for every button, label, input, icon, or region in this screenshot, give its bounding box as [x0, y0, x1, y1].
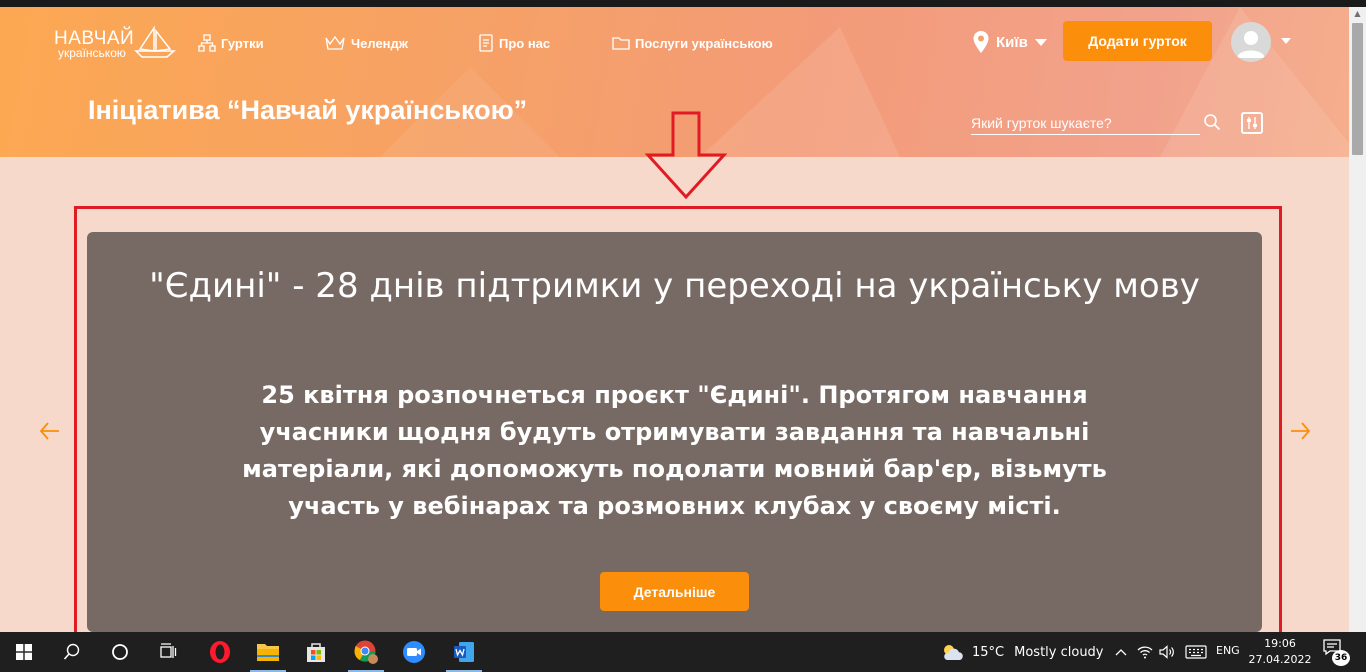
location-pin-icon: [973, 31, 989, 53]
weather-condition: Mostly cloudy: [1014, 644, 1104, 660]
opera-taskbar-button[interactable]: [196, 632, 244, 672]
keyboard-icon: [1185, 645, 1207, 659]
zoom-icon: [403, 641, 425, 663]
volume-tray-button[interactable]: [1156, 632, 1178, 672]
windows-taskbar: 15°C Mostly cloudy ENG 19:06 27.04.2022 …: [0, 632, 1366, 672]
clock-date: 27.04.2022: [1248, 653, 1312, 666]
cortana-button[interactable]: [96, 632, 144, 672]
arrow-left-icon[interactable]: [38, 419, 62, 443]
nav-item-about[interactable]: Про нас: [478, 33, 550, 53]
nav-item-label: Челендж: [351, 35, 409, 51]
weather-widget[interactable]: 15°C Mostly cloudy: [940, 632, 1104, 672]
search-button[interactable]: [48, 632, 96, 672]
input-language[interactable]: ENG: [1216, 644, 1240, 657]
task-view-icon: [160, 643, 177, 658]
system-clock[interactable]: 19:06 27.04.2022: [1248, 636, 1312, 668]
windows-logo-icon: [16, 644, 32, 660]
folder-icon: [612, 37, 630, 50]
scrollbar-thumb[interactable]: [1352, 23, 1363, 155]
add-club-button[interactable]: Додати гурток: [1063, 21, 1212, 61]
volume-icon: [1159, 645, 1174, 659]
nav-item-label: Послуги українською: [635, 35, 773, 51]
chrome-icon: [354, 640, 378, 664]
word-icon: [454, 642, 474, 662]
touch-keyboard-button[interactable]: [1182, 632, 1210, 672]
arrow-right-icon[interactable]: [1288, 419, 1312, 443]
avatar[interactable]: [1231, 22, 1271, 62]
folder-icon: [257, 644, 279, 661]
city-selector[interactable]: Київ: [972, 29, 1047, 55]
document-icon: [479, 34, 493, 52]
store-taskbar-button[interactable]: [292, 632, 340, 672]
notification-count-badge: 36: [1332, 650, 1350, 666]
chevron-down-icon[interactable]: [1281, 38, 1291, 44]
arrow-down-annotation-icon: [644, 111, 728, 199]
nav-item-label: Про нас: [499, 35, 551, 51]
task-view-button[interactable]: [144, 632, 192, 672]
scroll-up-icon[interactable]: ▲: [1349, 7, 1366, 21]
search-icon[interactable]: [1203, 113, 1221, 131]
hierarchy-icon: [198, 34, 216, 52]
cortana-circle-icon: [112, 644, 128, 660]
nav-item-challenge[interactable]: Челендж: [324, 33, 408, 53]
network-tray-button[interactable]: [1134, 632, 1156, 672]
sliders-icon: [1247, 117, 1257, 129]
clock-time: 19:06: [1264, 637, 1296, 650]
chrome-taskbar-button[interactable]: [342, 632, 390, 672]
weather-temperature: 15°C: [972, 644, 1005, 660]
vertical-scrollbar[interactable]: ▲: [1349, 7, 1366, 632]
zoom-taskbar-button[interactable]: [390, 632, 438, 672]
city-label: Київ: [996, 33, 1028, 51]
file-explorer-taskbar-button[interactable]: [244, 632, 292, 672]
page-title: Ініціатива “Навчай українською”: [88, 95, 528, 125]
window-top-strip: [0, 0, 1366, 7]
wifi-icon: [1137, 646, 1153, 659]
web-page: НАВЧАЙ українською Гуртки Челендж Про на…: [0, 7, 1349, 632]
crown-icon: [325, 35, 345, 50]
site-logo[interactable]: НАВЧАЙ українською: [54, 25, 176, 61]
filter-icon[interactable]: [1241, 112, 1263, 134]
start-button[interactable]: [0, 632, 48, 672]
chevron-down-icon: [1034, 38, 1047, 46]
nav-item-services[interactable]: Послуги українською: [612, 33, 773, 53]
opera-icon: [210, 641, 230, 663]
user-icon: [1237, 31, 1265, 58]
nav-item-label: Гуртки: [221, 35, 264, 51]
highlight-annotation: [74, 206, 1282, 632]
partly-cloudy-icon: [944, 645, 963, 660]
store-bag-icon: [307, 643, 325, 662]
word-taskbar-button[interactable]: [440, 632, 488, 672]
search-input[interactable]: [971, 111, 1200, 135]
show-hidden-icons-button[interactable]: [1112, 632, 1130, 672]
search-icon: [63, 643, 80, 660]
nav-item-hurtky[interactable]: Гуртки: [198, 33, 264, 53]
chevron-up-icon: [1115, 649, 1127, 656]
paper-boat-icon: [134, 25, 176, 58]
logo-text-bottom: українською: [58, 46, 126, 60]
notification-center-button[interactable]: 36: [1322, 638, 1352, 668]
